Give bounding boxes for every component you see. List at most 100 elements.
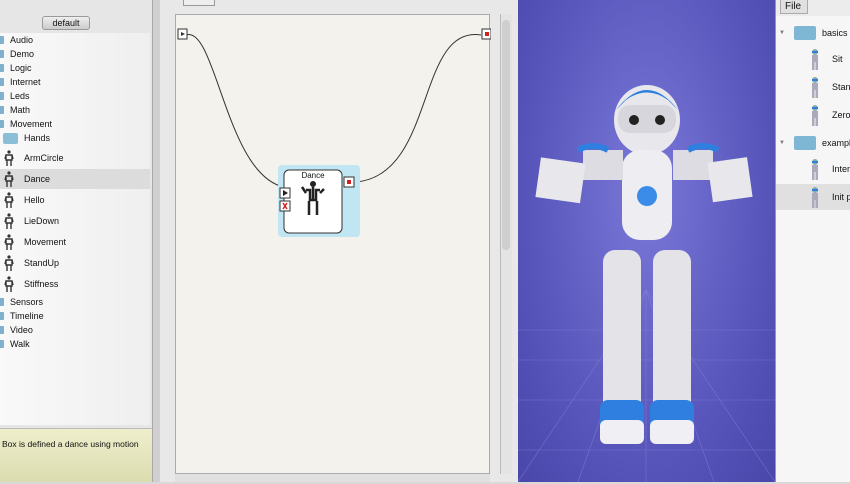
library-item-label: Leds (10, 91, 30, 101)
posture-item-label: Init p (832, 192, 850, 202)
library-item-label: Movement (24, 237, 67, 247)
horizontal-scrollbar[interactable] (175, 474, 490, 482)
robot-figure-icon (4, 276, 14, 292)
file-menu[interactable]: File (780, 0, 808, 14)
robot-posture-icon (812, 105, 818, 126)
output-end-icon[interactable] (481, 28, 492, 40)
posture-item-basics[interactable]: ▼ basics (776, 20, 850, 46)
library-item-liedown[interactable]: LieDown (0, 211, 150, 231)
vertical-scroll-thumb[interactable] (502, 20, 510, 250)
robot-3d-view[interactable] (517, 0, 776, 483)
posture-item-label: examples (822, 138, 850, 148)
library-item-audio[interactable]: Audio (0, 33, 150, 47)
library-item-label: Movement (10, 119, 53, 129)
on-stop-input-icon[interactable] (279, 200, 291, 212)
folder-icon (3, 133, 18, 144)
library-item-walk[interactable]: Walk (0, 337, 150, 351)
expand-arrow-icon[interactable]: ▼ (779, 20, 785, 46)
library-tab-default[interactable]: default (42, 16, 90, 30)
robot-figure-icon (4, 255, 14, 271)
library-item-label: Video (10, 325, 33, 335)
library-item-hello[interactable]: Hello (0, 190, 150, 210)
posture-item-init-p[interactable]: Init p (776, 184, 850, 210)
posture-item-zero[interactable]: Zero (776, 102, 850, 128)
folder-icon (0, 92, 4, 100)
folder-icon (794, 136, 816, 150)
folder-icon (0, 298, 4, 306)
posture-list: ▼ basics Sit Stand Zero ▼ examples Inter Init p (776, 16, 850, 482)
posture-item-stand[interactable]: Stand (776, 74, 850, 100)
folder-icon (794, 26, 816, 40)
description-text: Box is defined a dance using motion (2, 439, 139, 449)
robot-3d-model (517, 85, 776, 483)
folder-icon (0, 106, 4, 114)
library-item-label: Dance (24, 174, 51, 184)
link-dance-to-end (355, 34, 482, 183)
library-item-stiffness[interactable]: Stiffness (0, 274, 150, 294)
robot-figure-icon (4, 192, 14, 208)
floor-grid (517, 289, 776, 483)
library-item-movement[interactable]: Movement (0, 117, 150, 131)
robot-figure-icon (4, 213, 14, 229)
library-item-leds[interactable]: Leds (0, 89, 150, 103)
library-item-label: Hello (24, 195, 45, 205)
posture-item-inter[interactable]: Inter (776, 156, 850, 182)
robot-posture-icon (812, 49, 818, 70)
robot-posture-icon (812, 77, 818, 98)
library-item-timeline[interactable]: Timeline (0, 309, 150, 323)
library-item-standup[interactable]: StandUp (0, 253, 150, 273)
library-item-hands[interactable]: Hands (0, 131, 150, 145)
library-item-label: Logic (10, 63, 32, 73)
library-item-label: Audio (10, 35, 34, 45)
folder-icon (0, 50, 4, 58)
folder-icon (0, 64, 4, 72)
on-stopped-output-icon[interactable] (343, 176, 355, 188)
input-start-icon[interactable] (177, 28, 188, 40)
diagram-tab[interactable] (183, 0, 215, 6)
link-start-to-dance (185, 34, 285, 188)
on-start-input-icon[interactable] (279, 187, 291, 199)
folder-icon (0, 312, 4, 320)
library-item-demo[interactable]: Demo (0, 47, 150, 61)
library-item-label: Stiffness (24, 279, 59, 289)
library-item-label: ArmCircle (24, 153, 64, 163)
box-library-panel: default Audio Demo Logic Internet Leds Math Mo… (0, 0, 152, 482)
library-item-internet[interactable]: Internet (0, 75, 150, 89)
robot-figure-icon (4, 234, 14, 250)
nao-robot (535, 85, 753, 444)
folder-icon (0, 120, 4, 128)
box-description: Box is defined a dance using motion (0, 428, 152, 482)
library-item-label: Demo (10, 49, 35, 59)
library-item-sensors[interactable]: Sensors (0, 295, 150, 309)
posture-item-label: Stand (832, 82, 850, 92)
posture-item-label: basics (822, 28, 848, 38)
flow-links (177, 28, 492, 237)
library-item-label: LieDown (24, 216, 60, 226)
library-item-label: Sensors (10, 297, 44, 307)
library-item-label: Internet (10, 77, 41, 87)
posture-item-sit[interactable]: Sit (776, 46, 850, 72)
expand-arrow-icon[interactable]: ▼ (779, 130, 785, 156)
library-item-armcircle[interactable]: ArmCircle (0, 148, 150, 168)
flow-canvas[interactable]: Dance (175, 14, 492, 474)
panel-splitter[interactable] (152, 0, 160, 482)
folder-icon (0, 326, 4, 334)
folder-icon (0, 36, 4, 44)
posture-item-label: Sit (832, 54, 843, 64)
library-item-dance[interactable]: Dance (0, 169, 150, 189)
library-item-label: Timeline (10, 311, 44, 321)
posture-item-examples[interactable]: ▼ examples (776, 130, 850, 156)
robot-posture-icon (812, 159, 818, 180)
library-item-label: Math (10, 105, 31, 115)
library-item-video[interactable]: Video (0, 323, 150, 337)
dance-box-title: Dance (301, 171, 325, 180)
folder-icon (0, 340, 4, 348)
library-item-logic[interactable]: Logic (0, 61, 150, 75)
folder-icon (0, 78, 4, 86)
library-item-label: Walk (10, 339, 30, 349)
library-item-movement[interactable]: Movement (0, 232, 150, 252)
robot-posture-icon (812, 187, 818, 208)
library-item-math[interactable]: Math (0, 103, 150, 117)
robot-figure-icon (4, 171, 14, 187)
library-item-label: StandUp (24, 258, 60, 268)
